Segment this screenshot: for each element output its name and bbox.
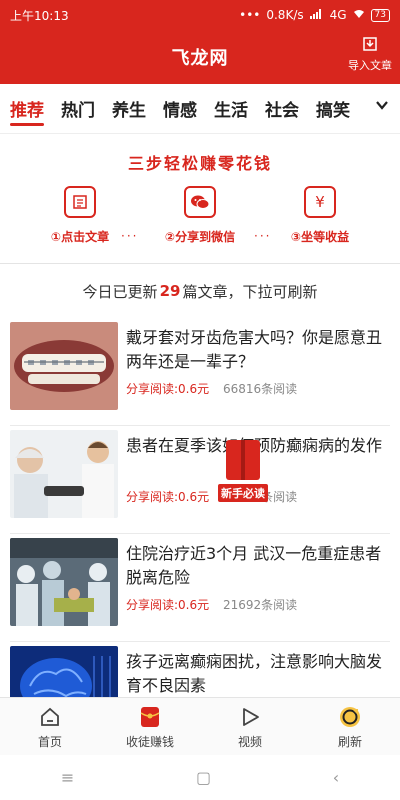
nav-label: 刷新 (337, 734, 362, 749)
refresh-suffix: 篇文章，下拉可刷新 (182, 282, 318, 301)
article-meta: 分享阅读:0.6元 21692条阅读 (126, 596, 297, 613)
wechat-icon (184, 186, 216, 218)
back-icon[interactable]: ‹ (333, 768, 339, 787)
battery-icon: 73 (370, 8, 390, 22)
home-icon (39, 704, 61, 730)
tab-health[interactable]: 养生 (112, 84, 146, 134)
tab-emotion[interactable]: 情感 (163, 84, 197, 134)
article-thumbnail (10, 430, 118, 518)
article-icon (64, 186, 96, 218)
refresh-icon (338, 704, 362, 730)
nav-label: 首页 (37, 734, 62, 749)
step-wait-earnings[interactable]: ¥ ③坐等收益 (270, 186, 370, 245)
step-share-wechat[interactable]: ②分享到微信 (150, 186, 250, 245)
nav-label: 收徒赚钱 (125, 734, 174, 749)
nav-label: 视频 (237, 734, 262, 749)
nav-recruit-earn[interactable]: 收徒赚钱 (100, 698, 200, 755)
wifi-icon (353, 8, 365, 22)
refresh-notice: 今日已更新 29 篇文章，下拉可刷新 (0, 264, 400, 318)
new-user-guide-button[interactable]: 新手必读 (213, 440, 273, 506)
tab-funny[interactable]: 搞笑 (316, 84, 350, 134)
refresh-prefix: 今日已更新 (82, 282, 158, 301)
home-button-icon[interactable]: ▢ (196, 768, 211, 787)
net-speed: 0.8K/s (266, 8, 304, 22)
step-label: ②分享到微信 (164, 230, 236, 244)
more-dots-icon: ••• (239, 8, 261, 22)
promo-steps: ①点击文章 ②分享到微信 ¥ ③坐等收益 (0, 186, 400, 245)
book-icon (226, 440, 260, 480)
nav-home[interactable]: 首页 (0, 698, 100, 755)
step-label: ③坐等收益 (290, 230, 350, 244)
share-earnings: 分享阅读:0.6元 (126, 490, 210, 504)
new-user-guide-label: 新手必读 (218, 484, 268, 502)
article-title[interactable]: 孩子远离癫痫困扰，注意影响大脑发育不良因素 (126, 650, 394, 698)
tab-recommend[interactable]: 推荐 (10, 84, 44, 134)
article-feed: 戴牙套对牙齿危害大吗？你是愿意丑两年还是一辈子？ 分享阅读:0.6元 66816… (0, 318, 400, 750)
red-envelope-icon (139, 704, 161, 730)
status-time: 上午10:13 (10, 8, 69, 23)
import-article-button[interactable]: 导入文章 (348, 36, 392, 73)
step-separator: ··· (254, 229, 272, 243)
share-earnings: 分享阅读:0.6元 (126, 598, 210, 612)
article-item[interactable]: 戴牙套对牙齿危害大吗？你是愿意丑两年还是一辈子？ 分享阅读:0.6元 66816… (10, 318, 390, 426)
step-label: ①点击文章 (50, 230, 110, 244)
yuan-icon: ¥ (304, 186, 336, 218)
import-icon (362, 36, 378, 57)
signal-icon (309, 8, 324, 22)
play-icon (239, 704, 261, 730)
nav-video[interactable]: 视频 (200, 698, 300, 755)
category-tabs: 推荐 热门 养生 情感 生活 社会 搞笑 (0, 84, 400, 134)
article-thumbnail (10, 322, 118, 410)
network-type: 4G (329, 8, 347, 22)
article-item[interactable]: 患者在夏季该如何预防癫痫病的发作 分享阅读:0.6元 85165条阅读 (10, 426, 390, 534)
tab-society[interactable]: 社会 (265, 84, 299, 134)
status-bar: 上午10:13 ••• 0.8K/s 4G 73 (0, 0, 400, 30)
status-indicators: ••• 0.8K/s 4G 73 (239, 8, 390, 22)
read-count: 21692条阅读 (222, 598, 298, 612)
system-nav-bar: ≡ ▢ ‹ (0, 755, 400, 800)
bottom-nav: 首页 收徒赚钱 视频 刷新 (0, 697, 400, 755)
promo-title: 三步轻松赚零花钱 (127, 154, 272, 173)
article-thumbnail (10, 538, 118, 626)
article-item[interactable]: 住院治疗近3个月 武汉一危重症患者脱离危险 分享阅读:0.6元 21692条阅读 (10, 534, 390, 642)
step-click-article[interactable]: ①点击文章 (30, 186, 130, 245)
import-label: 导入文章 (348, 59, 392, 72)
app-title: 飞龙网 (171, 48, 229, 69)
article-title[interactable]: 戴牙套对牙齿危害大吗？你是愿意丑两年还是一辈子？ (126, 326, 394, 374)
update-count: 29 (159, 282, 181, 300)
share-earnings: 分享阅读:0.6元 (126, 382, 210, 396)
chevron-down-icon[interactable] (374, 97, 390, 117)
read-count: 66816条阅读 (222, 382, 298, 396)
article-title[interactable]: 住院治疗近3个月 武汉一危重症患者脱离危险 (126, 542, 394, 590)
app-header: 飞龙网 导入文章 (0, 30, 400, 84)
earn-promo-banner[interactable]: 三步轻松赚零花钱 ①点击文章 ②分享到微信 ¥ ③坐等收益 ··· ··· (0, 134, 400, 264)
step-separator: ··· (121, 229, 139, 243)
nav-refresh[interactable]: 刷新 (300, 698, 400, 755)
tab-hot[interactable]: 热门 (61, 84, 95, 134)
menu-icon[interactable]: ≡ (61, 768, 74, 787)
article-meta: 分享阅读:0.6元 66816条阅读 (126, 380, 297, 397)
tab-life[interactable]: 生活 (214, 84, 248, 134)
